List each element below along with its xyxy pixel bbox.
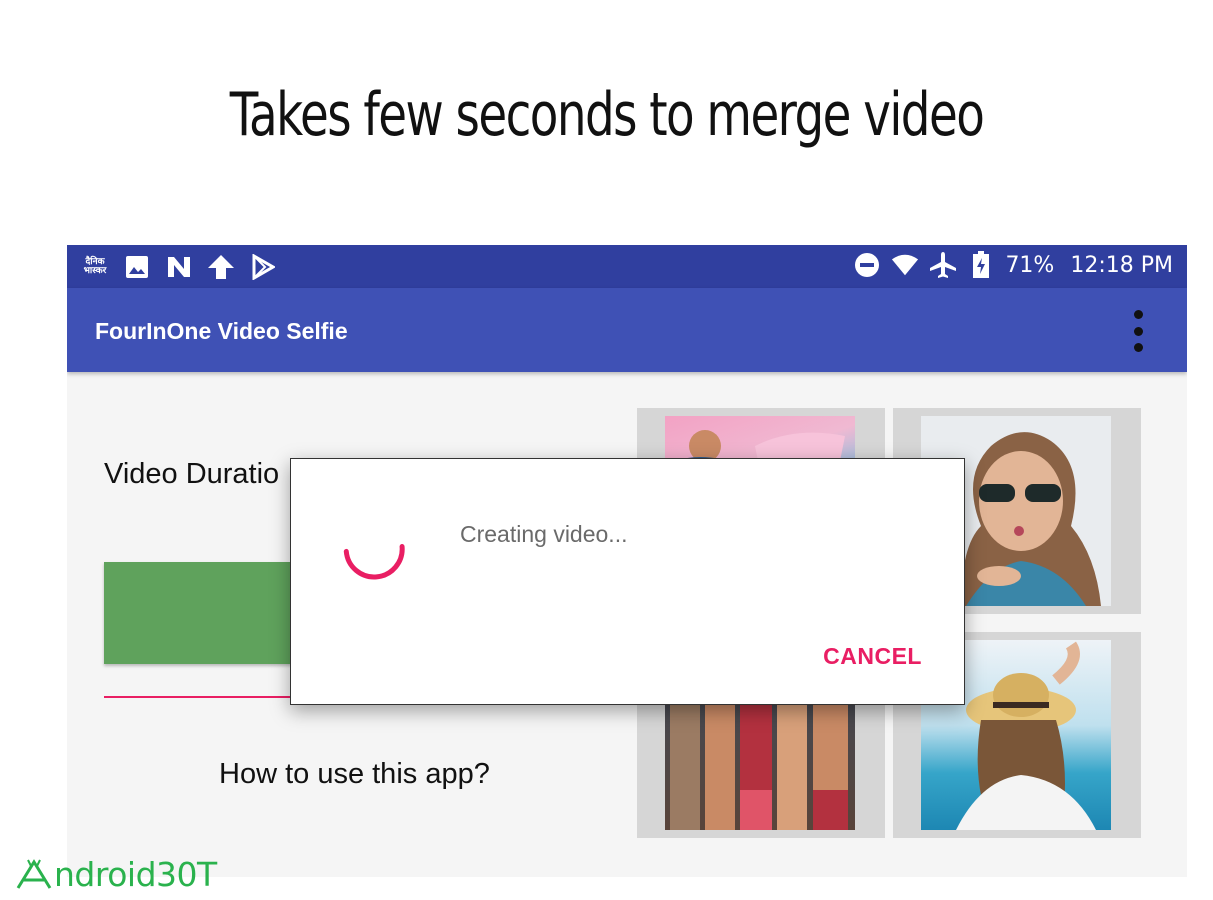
app-title: FourInOne Video Selfie [95, 318, 348, 344]
upload-icon [207, 254, 235, 280]
clock: 12:18 PM [1070, 252, 1173, 278]
app-bar: FourInOne Video Selfie [67, 288, 1187, 372]
device-screen: दैनिक भास्कर 71% 12:18 PM FourInOne Vide… [67, 245, 1187, 877]
battery-percent: 71% [1005, 252, 1055, 278]
watermark-text: ndroid30T [54, 854, 217, 894]
more-vert-icon[interactable] [1125, 310, 1151, 352]
watermark-logo: ndroid30T [16, 852, 217, 896]
status-bar: दैनिक भास्कर 71% 12:18 PM [67, 245, 1187, 288]
play-store-icon [249, 254, 277, 280]
dainik-bhaskar-icon: दैनिक भास्कर [83, 257, 107, 276]
headline: Takes few seconds to merge video [229, 80, 985, 150]
progress-dialog: Creating video... CANCEL [290, 458, 965, 705]
image-icon [123, 254, 151, 280]
android-logo-icon [16, 859, 52, 889]
dialog-message: Creating video... [460, 521, 628, 547]
battery-charging-icon [967, 251, 995, 278]
video-duration-label: Video Duratio [104, 458, 280, 490]
loading-spinner-icon [343, 544, 405, 580]
airplane-mode-icon [929, 252, 957, 278]
do-not-disturb-icon [853, 252, 881, 278]
how-to-use-link[interactable]: How to use this app? [219, 758, 490, 791]
wifi-icon [891, 252, 919, 278]
n-notification-icon [165, 254, 193, 280]
cancel-button[interactable]: CANCEL [823, 643, 922, 670]
